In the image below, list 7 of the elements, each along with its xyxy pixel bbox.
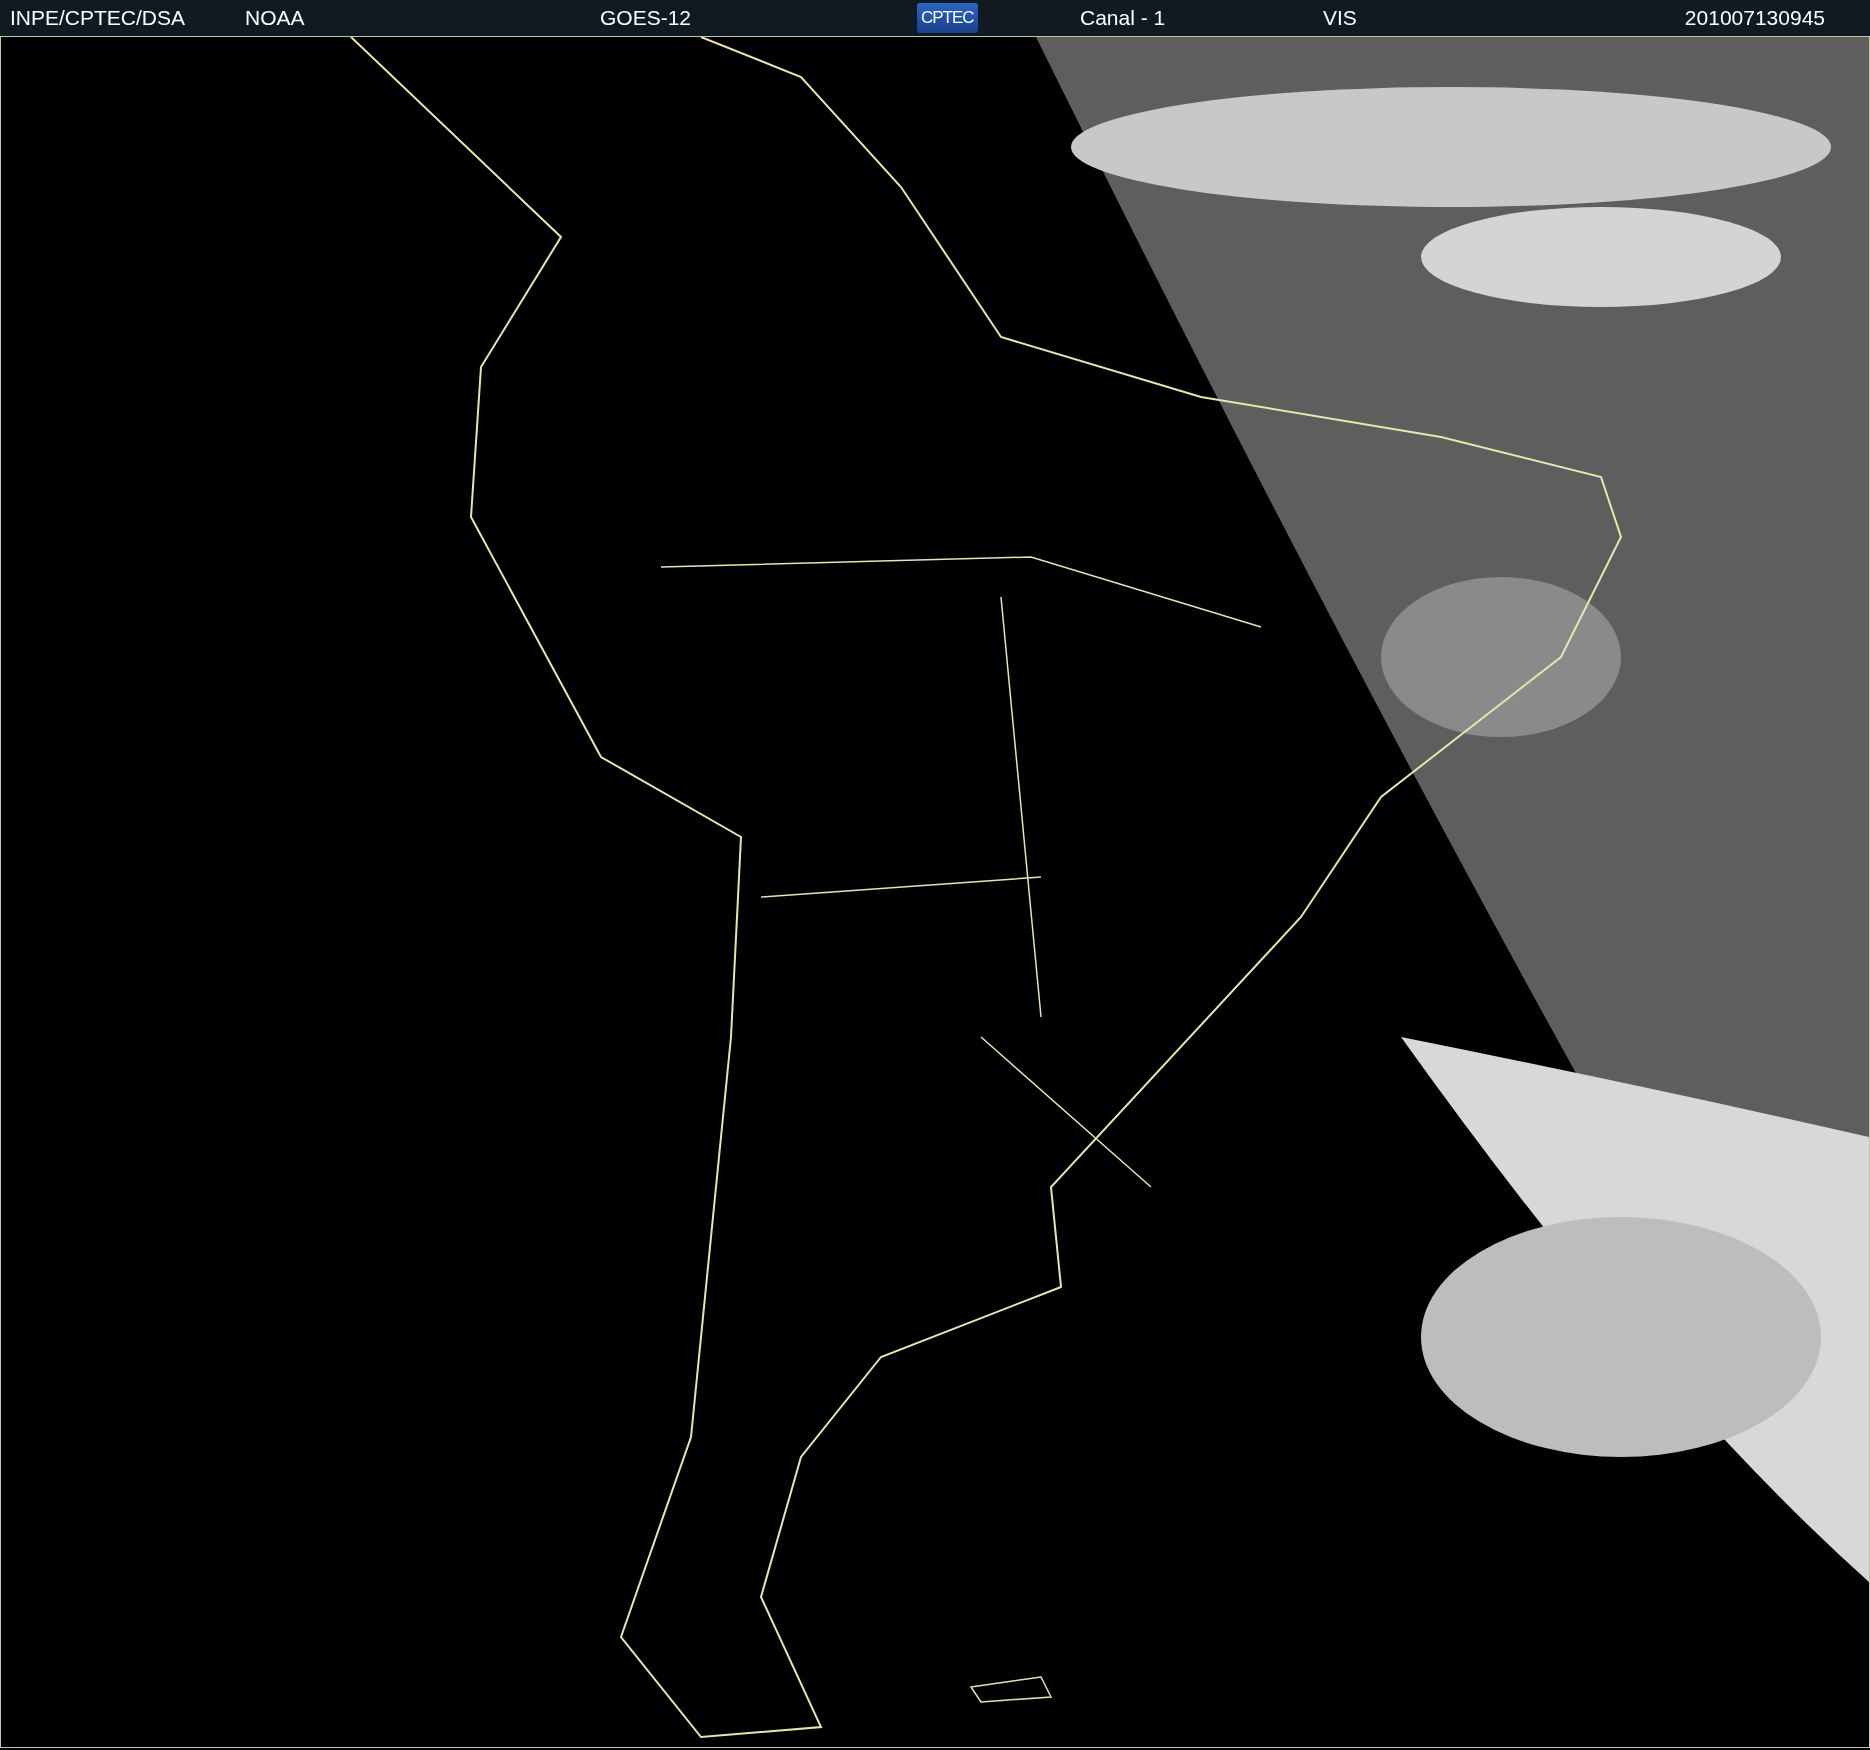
header-label: VIS: [1323, 6, 1357, 30]
header-label: 201007130945: [1684, 6, 1825, 30]
header-label: GOES-12: [600, 6, 692, 30]
header-label: INPE/CPTEC/DSA: [10, 6, 186, 30]
header-label: NOAA: [245, 6, 305, 30]
header-label: Canal - 1: [1080, 6, 1166, 30]
logo: CPTEC: [917, 3, 978, 33]
